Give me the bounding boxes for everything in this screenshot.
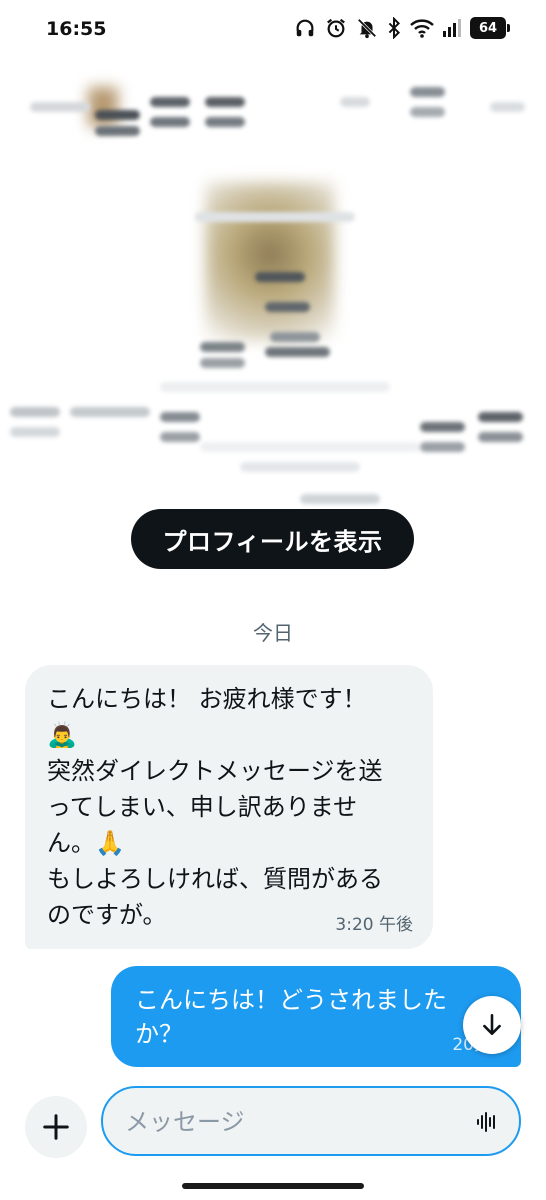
battery-icon: 64: [470, 17, 510, 39]
view-profile-button[interactable]: プロフィールを表示: [131, 509, 414, 569]
message-text: こんにちは！どうされました か？: [135, 986, 447, 1048]
alarm-icon: [325, 17, 347, 39]
add-attachment-button[interactable]: [25, 1096, 87, 1158]
status-bar: 16:55 64: [0, 0, 546, 62]
profile-header-redacted: [0, 62, 546, 504]
incoming-message-bubble[interactable]: こんにちは！ お疲れ様です！ 🙇‍♂️ 突然ダイレクトメッセージを送 ってしまい…: [25, 665, 433, 949]
avatar: [205, 182, 335, 342]
signal-icon: [443, 18, 461, 38]
message-composer: [101, 1086, 521, 1156]
bluetooth-icon: [387, 17, 401, 39]
scroll-to-bottom-button[interactable]: [463, 996, 521, 1054]
message-text: こんにちは！ お疲れ様です！ 🙇‍♂️ 突然ダイレクトメッセージを送 ってしまい…: [47, 685, 383, 929]
wifi-icon: [410, 18, 434, 38]
message-input[interactable]: [125, 1100, 465, 1144]
status-time: 16:55: [46, 18, 107, 40]
voice-message-icon[interactable]: [475, 1110, 499, 1138]
status-icons: 64: [294, 17, 510, 39]
arrow-down-icon: [483, 1013, 501, 1035]
headphones-icon: [294, 17, 316, 39]
bell-off-icon: [356, 17, 378, 39]
gesture-nav-handle[interactable]: [182, 1183, 364, 1189]
message-timestamp: 3:20 午後: [335, 915, 413, 935]
plus-icon: [43, 1114, 69, 1140]
date-separator: 今日: [253, 621, 293, 645]
redacted-name-avatar: [88, 87, 118, 127]
outgoing-message-bubble[interactable]: こんにちは！どうされました か？ 20分: [111, 966, 521, 1067]
